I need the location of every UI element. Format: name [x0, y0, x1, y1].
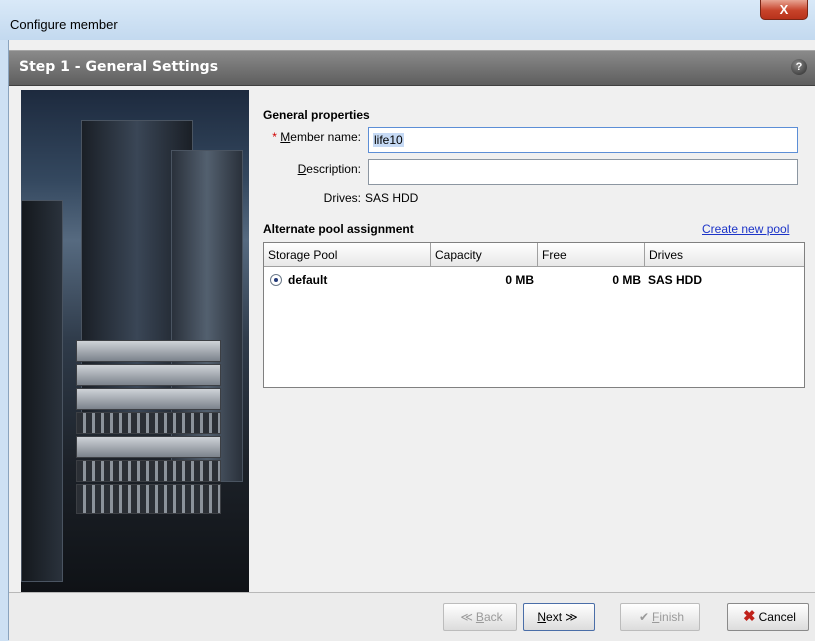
required-marker: * [272, 130, 277, 144]
pool-capacity-cell: 0 MB [505, 273, 534, 287]
window-titlebar: Configure member X [0, 0, 815, 40]
back-button[interactable]: ≪ Back [443, 603, 517, 631]
close-button[interactable]: X [760, 0, 808, 20]
step-title: Step 1 - General Settings [19, 59, 219, 75]
finish-button[interactable]: ✔ Finish [620, 603, 700, 631]
cancel-x-icon: ✖ [743, 608, 756, 625]
close-icon: X [779, 2, 789, 17]
pool-free-cell: 0 MB [612, 273, 641, 287]
table-row[interactable]: default 0 MB 0 MB SAS HDD [264, 267, 804, 291]
column-header-drives[interactable]: Drives [645, 243, 804, 267]
window-title: Configure member [10, 17, 118, 32]
general-properties-heading: General properties [263, 108, 370, 122]
dialog-footer: ≪ Back Next ≫ ✔ Finish ✖ Cancel [9, 592, 815, 641]
pool-name-cell: default [288, 273, 328, 287]
next-arrow-icon: ≫ [565, 610, 578, 624]
dialog-frame: Step 1 - General Settings ? General prop… [8, 40, 815, 641]
step-header: Step 1 - General Settings ? [9, 50, 815, 86]
cancel-button[interactable]: ✖ Cancel [727, 603, 809, 631]
member-name-input[interactable]: life10 [368, 127, 798, 153]
pool-drives-cell: SAS HDD [648, 273, 703, 287]
description-input[interactable] [368, 159, 798, 185]
storage-pool-table: Storage Pool Capacity Free Drives defaul… [263, 242, 805, 388]
create-new-pool-link[interactable]: Create new pool [702, 222, 789, 236]
alternate-pool-heading: Alternate pool assignment [263, 222, 414, 236]
next-button[interactable]: Next ≫ [523, 603, 595, 631]
drives-label: Drives: [323, 191, 361, 205]
column-header-capacity[interactable]: Capacity [431, 243, 538, 267]
server-hardware-image [21, 90, 249, 592]
back-arrow-icon: ≪ [460, 610, 473, 624]
member-name-label: * Member name: [272, 130, 361, 144]
description-label: Description: [297, 162, 361, 176]
check-icon: ✔ [638, 610, 650, 624]
drives-value: SAS HDD [365, 191, 419, 205]
pool-radio-button[interactable] [270, 274, 282, 286]
column-header-storage-pool[interactable]: Storage Pool [264, 243, 431, 267]
column-header-free[interactable]: Free [538, 243, 645, 267]
help-icon[interactable]: ? [791, 59, 807, 75]
